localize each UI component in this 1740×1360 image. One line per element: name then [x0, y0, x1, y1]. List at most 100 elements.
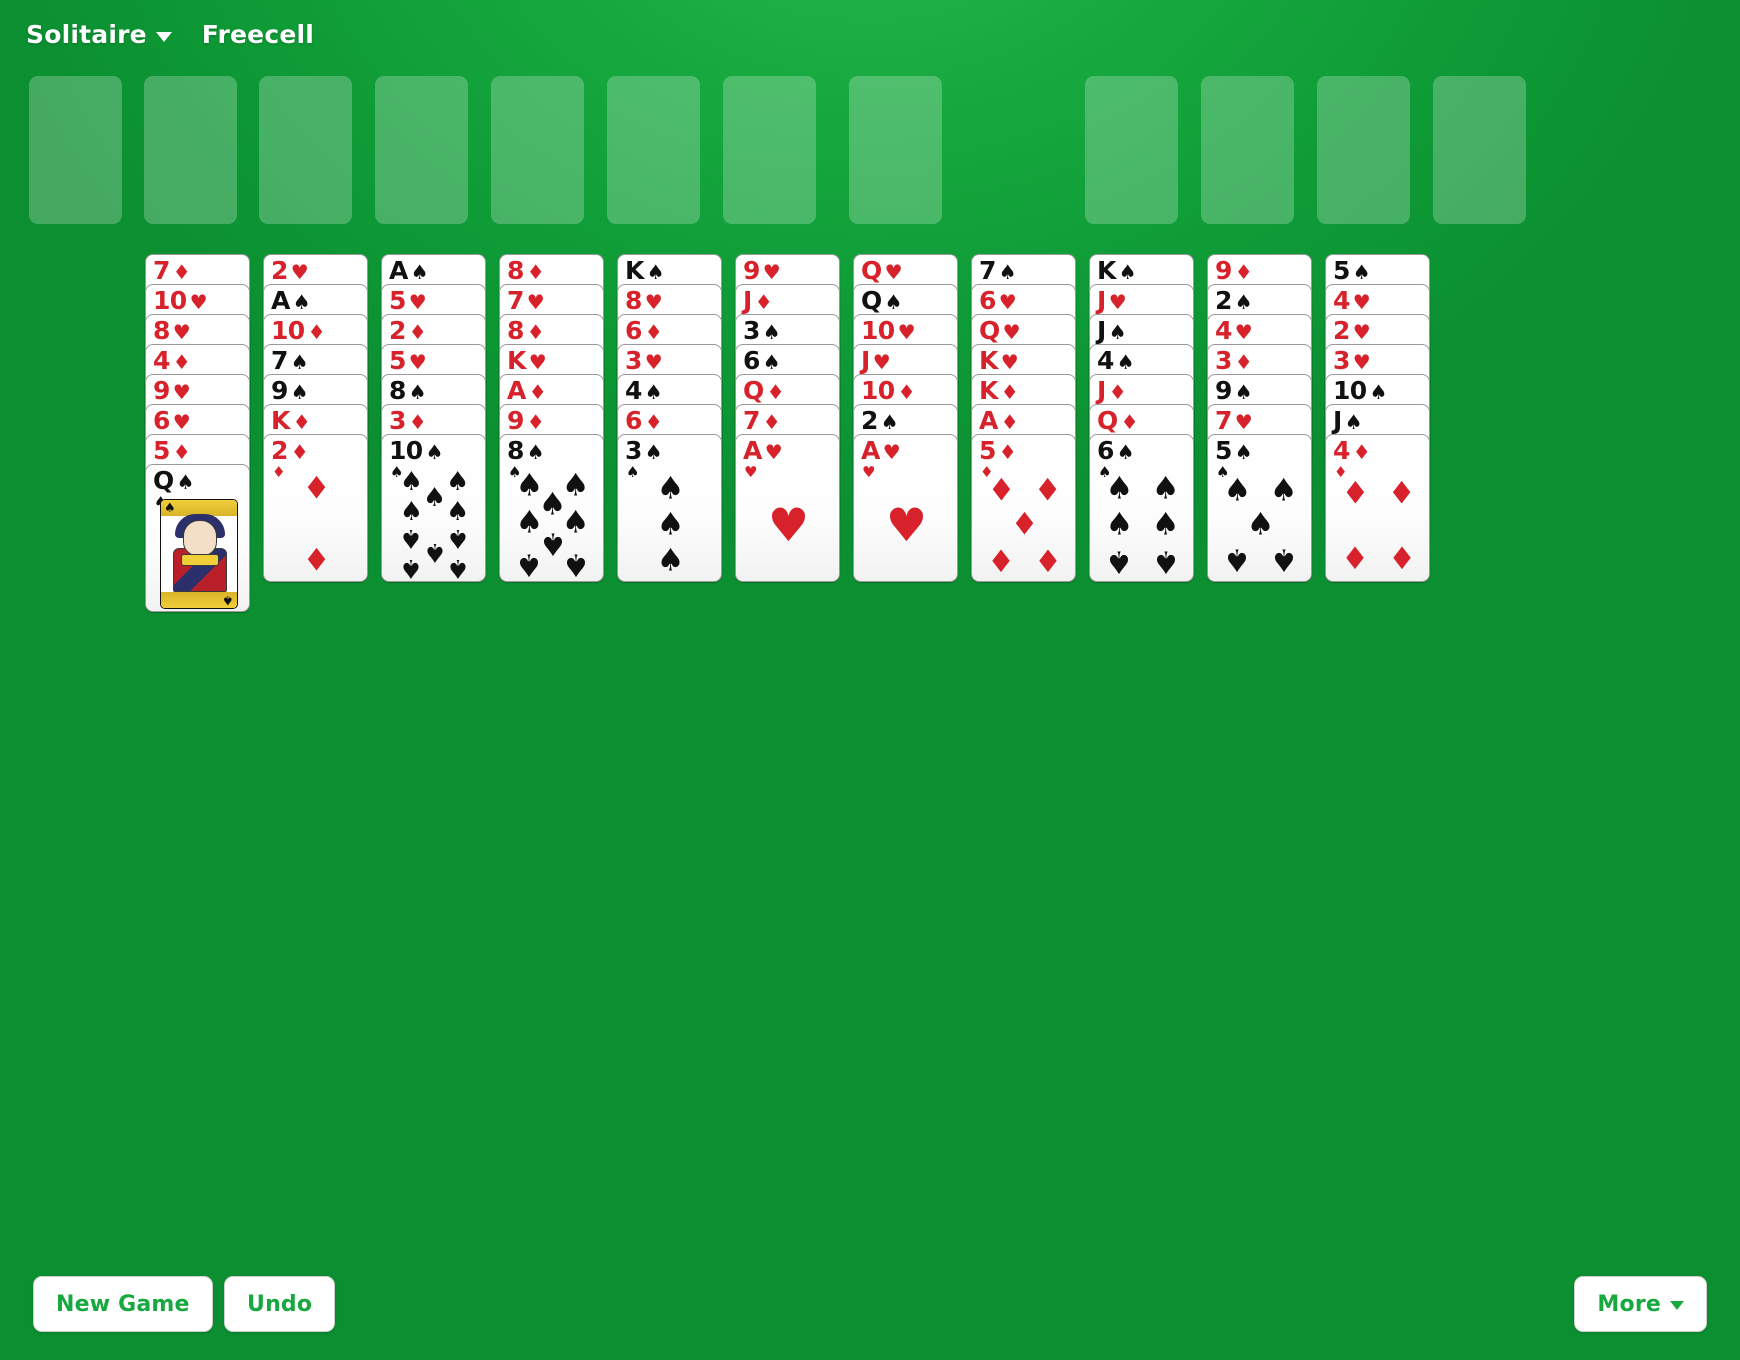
card-rank: 4 — [153, 346, 170, 375]
card-corner: 9 ♠ — [1215, 378, 1253, 403]
card-rank: 6 — [979, 286, 996, 315]
card-pip-field: ♦ ♦ ♦ ♦ — [1326, 469, 1429, 581]
card-rank: 2 — [389, 316, 406, 345]
card-suit-icon: ♥ — [172, 319, 191, 344]
card-suit-icon: ♠ — [1116, 349, 1135, 374]
card-rank: 8 — [625, 286, 642, 315]
card-rank: 3 — [1333, 346, 1350, 375]
card-A-hearts[interactable]: A ♥ ♥ ♥ — [853, 434, 958, 582]
card-suit-icon: ♠ — [290, 349, 309, 374]
card-suit-icon: ♥ — [884, 259, 903, 284]
card-suit-icon: ♦ — [172, 259, 191, 284]
card-corner: 2 ♠ — [1215, 288, 1253, 313]
card-rank: 10 — [271, 316, 305, 345]
card-2-diamonds[interactable]: 2 ♦ ♦ ♦ ♦ — [263, 434, 368, 582]
freecell-mode-button[interactable]: Freecell — [202, 20, 314, 49]
card-suit-icon: ♥ — [762, 259, 781, 284]
card-suit-icon: ♥ — [1234, 409, 1253, 434]
card-pip-field: ♦ ♦ — [264, 469, 367, 581]
card-suit-icon: ♠ — [1234, 289, 1253, 314]
card-corner: J ♦ — [743, 288, 773, 313]
card-rank: J — [1333, 406, 1342, 435]
card-rank: A — [861, 436, 880, 465]
card-5-spades[interactable]: 5 ♠ ♠ ♠ ♠ ♠ ♠ ♠ — [1207, 434, 1312, 582]
card-corner: 10 ♠ — [1333, 378, 1388, 403]
card-rank: J — [1097, 286, 1106, 315]
foundation-pile-2[interactable] — [1201, 76, 1294, 224]
card-corner: 8 ♦ — [507, 258, 545, 283]
card-corner: 5 ♥ — [389, 288, 427, 313]
card-Q-spades[interactable]: Q♠♠♠♠ — [145, 464, 250, 612]
solitaire-menu-button[interactable]: Solitaire — [26, 20, 172, 49]
card-suit-icon: ♦ — [1234, 259, 1253, 284]
card-corner: K ♦ — [271, 408, 311, 433]
free-cell-4[interactable] — [375, 76, 468, 224]
card-rank: 9 — [153, 376, 170, 405]
card-suit-icon: ♥ — [644, 349, 663, 374]
card-rank: 8 — [153, 316, 170, 345]
card-corner: K ♥ — [507, 348, 547, 373]
free-cell-6[interactable] — [607, 76, 700, 224]
card-suit-icon: ♦ — [754, 289, 773, 314]
free-cell-7[interactable] — [723, 76, 816, 224]
card-rank: K — [271, 406, 290, 435]
card-corner: 7 ♠ — [979, 258, 1017, 283]
card-corner: J ♥ — [861, 348, 891, 373]
free-cell-1[interactable] — [29, 76, 122, 224]
card-rank: J — [1097, 376, 1106, 405]
card-rank: 4 — [1333, 286, 1350, 315]
card-corner: 2 ♦ — [389, 318, 427, 343]
card-rank: 8 — [507, 256, 524, 285]
card-rank: 7 — [979, 256, 996, 285]
card-rank: Q — [861, 286, 882, 315]
card-A-hearts[interactable]: A ♥ ♥ ♥ — [735, 434, 840, 582]
more-button[interactable]: More — [1574, 1276, 1707, 1332]
card-pip: ♠ — [561, 546, 590, 582]
undo-button[interactable]: Undo — [224, 1276, 336, 1332]
foundation-pile-4[interactable] — [1433, 76, 1526, 224]
card-corner: 5 ♥ — [389, 348, 427, 373]
card-corner: 6 ♥ — [153, 408, 191, 433]
card-rank: 5 — [153, 436, 170, 465]
card-rank: 2 — [861, 406, 878, 435]
card-corner: 8 ♥ — [153, 318, 191, 343]
card-corner: 4 ♠ — [625, 378, 663, 403]
card-suit-icon: ♦ — [1120, 409, 1139, 434]
card-corner: A ♥ — [743, 438, 783, 463]
card-4-diamonds[interactable]: 4 ♦ ♦ ♦ ♦ ♦ ♦ — [1325, 434, 1430, 582]
card-rank: A — [979, 406, 998, 435]
card-10-spades[interactable]: 10 ♠ ♠ ♠ ♠ ♠ ♠ ♠ ♠ ♠ ♠ ♠ ♠ — [381, 434, 486, 582]
card-suit-icon: ♦ — [526, 409, 545, 434]
card-rank: 3 — [625, 436, 642, 465]
card-corner: 7 ♦ — [743, 408, 781, 433]
card-suit-icon: ♦ — [408, 319, 427, 344]
card-corner: A ♦ — [507, 378, 547, 403]
card-suit-icon: ♠ — [526, 439, 545, 464]
card-corner: 2 ♥ — [1333, 318, 1371, 343]
card-rank: J — [743, 286, 752, 315]
card-rank: 10 — [1333, 376, 1367, 405]
card-pip: ♠ — [445, 496, 470, 527]
card-rank: 6 — [743, 346, 760, 375]
card-3-spades[interactable]: 3 ♠ ♠ ♠ ♠ ♠ — [617, 434, 722, 582]
card-rank: 3 — [743, 316, 760, 345]
card-rank: 2 — [271, 256, 288, 285]
card-pip: ♠ — [1223, 472, 1252, 509]
card-corner: 6 ♠ — [743, 348, 781, 373]
card-8-spades[interactable]: 8 ♠ ♠ ♠ ♠ ♠ ♠ ♠ ♠ ♠ ♠ — [499, 434, 604, 582]
card-5-diamonds[interactable]: 5 ♦ ♦ ♦ ♦ ♦ ♦ ♦ — [971, 434, 1076, 582]
new-game-button[interactable]: New Game — [33, 1276, 213, 1332]
card-suit-icon: ♦ — [408, 409, 427, 434]
free-cell-3[interactable] — [259, 76, 352, 224]
card-corner: J ♠ — [1097, 318, 1127, 343]
free-cell-5[interactable] — [491, 76, 584, 224]
foundation-pile-3[interactable] — [1317, 76, 1410, 224]
card-6-spades[interactable]: 6 ♠ ♠ ♠ ♠ ♠ ♠ ♠ ♠ — [1089, 434, 1194, 582]
free-cell-2[interactable] — [144, 76, 237, 224]
card-suit-icon: ♥ — [882, 439, 901, 464]
foundation-pile-1[interactable] — [1085, 76, 1178, 224]
card-rank: A — [389, 256, 408, 285]
card-corner: 4 ♠ — [1097, 348, 1135, 373]
free-cell-8[interactable] — [849, 76, 942, 224]
card-rank: 8 — [507, 316, 524, 345]
